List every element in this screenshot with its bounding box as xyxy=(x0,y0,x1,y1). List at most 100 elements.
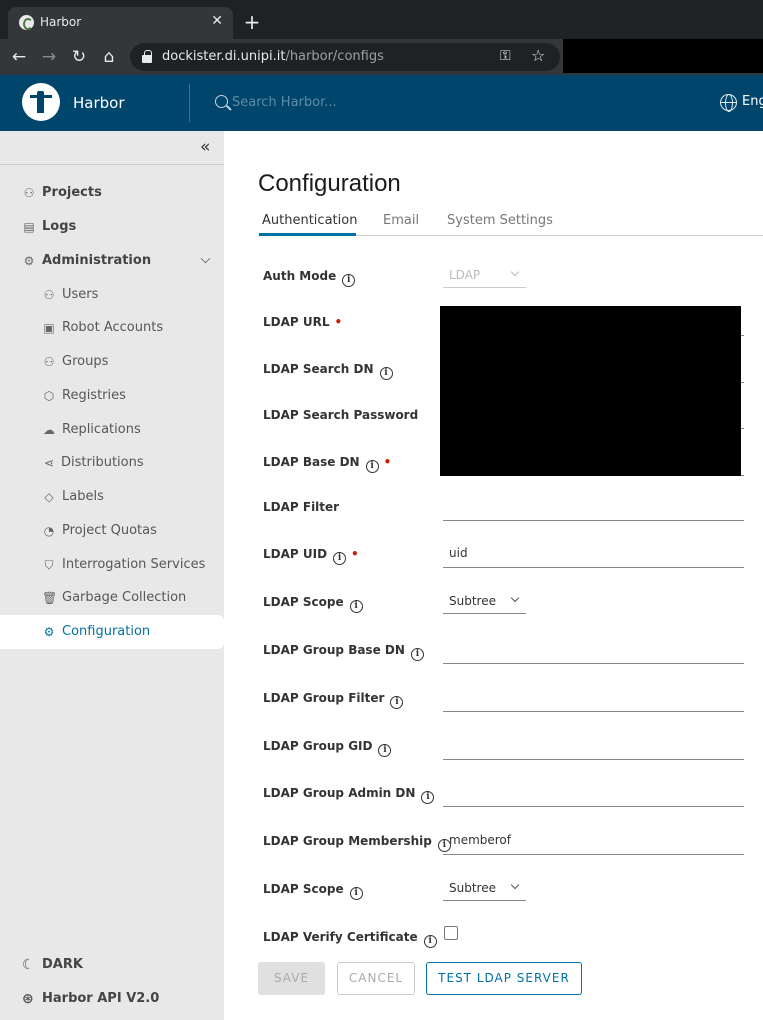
sidebar-item-label: Garbage Collection xyxy=(62,590,187,605)
home-icon[interactable]: ⌂ xyxy=(97,45,121,69)
ldap-group-scope-select[interactable]: Subtree xyxy=(443,874,526,901)
info-icon[interactable]: i xyxy=(379,367,393,380)
sidebar-item-replications[interactable]: ☁ Replications xyxy=(0,413,224,447)
dark-mode-toggle[interactable]: ☾ DARK xyxy=(0,950,224,980)
close-tab-icon[interactable]: ✕ xyxy=(211,13,223,29)
dark-mode-label: DARK xyxy=(42,957,83,972)
ldap-group-membership-input[interactable] xyxy=(443,826,744,855)
sidebar-item-label: Registries xyxy=(62,388,126,403)
ldap-group-scope-row: LDAP Scope i Subtree xyxy=(263,874,763,910)
tab-email[interactable]: Email xyxy=(383,213,419,228)
ldap-verify-cert-row: LDAP Verify Certificate i xyxy=(263,922,763,958)
sidebar-item-groups[interactable]: ⚇ Groups xyxy=(0,345,224,379)
tab-authentication[interactable]: Authentication xyxy=(262,213,357,228)
sidebar-item-distributions[interactable]: ⋖ Distributions xyxy=(0,446,224,480)
info-icon[interactable]: i xyxy=(390,696,404,709)
chevron-down-icon xyxy=(510,267,520,277)
ldap-group-base-dn-input[interactable] xyxy=(443,635,744,664)
reload-icon[interactable]: ↻ xyxy=(67,45,91,69)
info-icon[interactable]: i xyxy=(365,460,379,473)
ldap-group-membership-row: LDAP Group Membership i xyxy=(263,826,763,862)
ldap-uid-input[interactable] xyxy=(443,539,744,568)
info-icon[interactable]: i xyxy=(333,552,347,565)
sidebar-item-registries[interactable]: ⬡ Registries xyxy=(0,379,224,413)
sidebar-item-label: Interrogation Services xyxy=(62,557,206,572)
ldap-group-base-dn-label: LDAP Group Base DN xyxy=(263,643,405,657)
sidebar-item-robot-accounts[interactable]: ▣ Robot Accounts xyxy=(0,311,224,345)
administration-icon: ⚙ xyxy=(23,254,35,268)
test-ldap-server-button[interactable]: TEST LDAP SERVER xyxy=(426,962,582,995)
sidebar-collapse-bar: « xyxy=(0,131,224,165)
app-name[interactable]: Harbor xyxy=(73,94,125,112)
ldap-group-filter-input[interactable] xyxy=(443,683,744,712)
info-icon[interactable]: i xyxy=(349,887,363,900)
sidebar-item-interrogation-services[interactable]: ⛉ Interrogation Services xyxy=(0,548,224,582)
chevron-down-icon xyxy=(510,593,520,603)
chevron-down-icon[interactable] xyxy=(200,253,211,264)
sidebar-item-logs[interactable]: ▤ Logs xyxy=(0,210,224,244)
sidebar-item-users[interactable]: ⚇ Users xyxy=(0,278,224,312)
info-icon[interactable]: i xyxy=(378,744,392,757)
sidebar-item-label: Users xyxy=(62,287,99,302)
address-bar[interactable]: dockister.di.unipi.it/harbor/configs ⚿ ☆ xyxy=(130,43,560,71)
new-tab-icon[interactable]: + xyxy=(243,9,261,35)
registries-icon: ⬡ xyxy=(43,389,55,403)
info-icon[interactable]: i xyxy=(423,935,437,948)
ldap-group-admin-dn-input[interactable] xyxy=(443,778,744,807)
ldap-uid-row: LDAP UID i • xyxy=(263,539,763,575)
collapse-icon[interactable]: « xyxy=(200,139,210,156)
ldap-scope-row: LDAP Scope i Subtree xyxy=(263,587,763,623)
globe-icon[interactable] xyxy=(720,94,737,112)
ldap-search-dn-label: LDAP Search DN xyxy=(263,362,374,376)
sidebar-item-label: Administration xyxy=(42,253,152,268)
api-icon: ⊛ xyxy=(22,991,34,1007)
save-button[interactable]: SAVE xyxy=(258,962,325,995)
users-icon: ⚇ xyxy=(43,288,55,302)
info-icon[interactable]: i xyxy=(421,791,435,804)
required-marker: • xyxy=(334,315,343,329)
groups-icon: ⚇ xyxy=(43,355,55,369)
tab-system-settings[interactable]: System Settings xyxy=(447,213,553,228)
ldap-group-admin-dn-row: LDAP Group Admin DN i xyxy=(263,778,763,814)
ldap-group-gid-input[interactable] xyxy=(443,731,744,760)
ldap-group-admin-dn-label: LDAP Group Admin DN xyxy=(263,786,416,800)
info-icon[interactable]: i xyxy=(349,600,363,613)
sidebar-item-label: Replications xyxy=(62,422,141,437)
search-input[interactable] xyxy=(232,91,482,113)
info-icon[interactable]: i xyxy=(410,648,424,661)
robot-icon: ▣ xyxy=(43,321,55,335)
language-selector[interactable]: Eng xyxy=(742,94,763,109)
chevron-down-icon xyxy=(510,880,520,890)
info-icon[interactable]: i xyxy=(342,274,356,287)
active-tab-indicator xyxy=(259,233,356,236)
back-icon[interactable]: ← xyxy=(7,45,31,69)
gear-icon: ⚙ xyxy=(43,625,55,639)
cancel-button[interactable]: CANCEL xyxy=(337,962,415,995)
redacted-area xyxy=(563,39,763,73)
ldap-verify-cert-checkbox[interactable] xyxy=(444,926,458,940)
ldap-group-scope-label: LDAP Scope xyxy=(263,882,344,896)
browser-tab[interactable]: Harbor ✕ xyxy=(8,7,233,39)
auth-mode-label: Auth Mode xyxy=(263,269,337,283)
sidebar-item-administration[interactable]: ⚙ Administration xyxy=(0,244,224,278)
sidebar-item-label: Labels xyxy=(62,489,104,504)
ldap-scope-select[interactable]: Subtree xyxy=(443,587,526,614)
ldap-group-gid-row: LDAP Group GID i xyxy=(263,731,763,767)
harbor-logo-icon[interactable] xyxy=(22,83,60,121)
sidebar-item-garbage-collection[interactable]: 🗑 Garbage Collection xyxy=(0,581,224,615)
api-link[interactable]: ⊛ Harbor API V2.0 xyxy=(0,984,224,1014)
sidebar-item-label: Projects xyxy=(42,185,102,200)
sidebar-item-configuration[interactable]: ⚙ Configuration xyxy=(0,615,224,649)
labels-icon: ◇ xyxy=(44,490,54,504)
sidebar-item-labels[interactable]: ◇ Labels xyxy=(0,480,224,514)
ldap-uid-label: LDAP UID xyxy=(263,547,328,561)
ldap-filter-input[interactable] xyxy=(443,492,744,521)
lock-icon xyxy=(142,50,152,63)
forward-icon[interactable]: → xyxy=(37,45,61,69)
auth-mode-row: Auth Mode i LDAP xyxy=(263,261,763,297)
star-icon[interactable]: ☆ xyxy=(531,46,545,65)
key-icon[interactable]: ⚿ xyxy=(500,48,511,64)
sidebar-item-projects[interactable]: ⚇ Projects xyxy=(0,176,224,210)
sidebar-item-project-quotas[interactable]: ◔ Project Quotas xyxy=(0,514,224,548)
sidebar-item-label: Robot Accounts xyxy=(62,320,164,335)
